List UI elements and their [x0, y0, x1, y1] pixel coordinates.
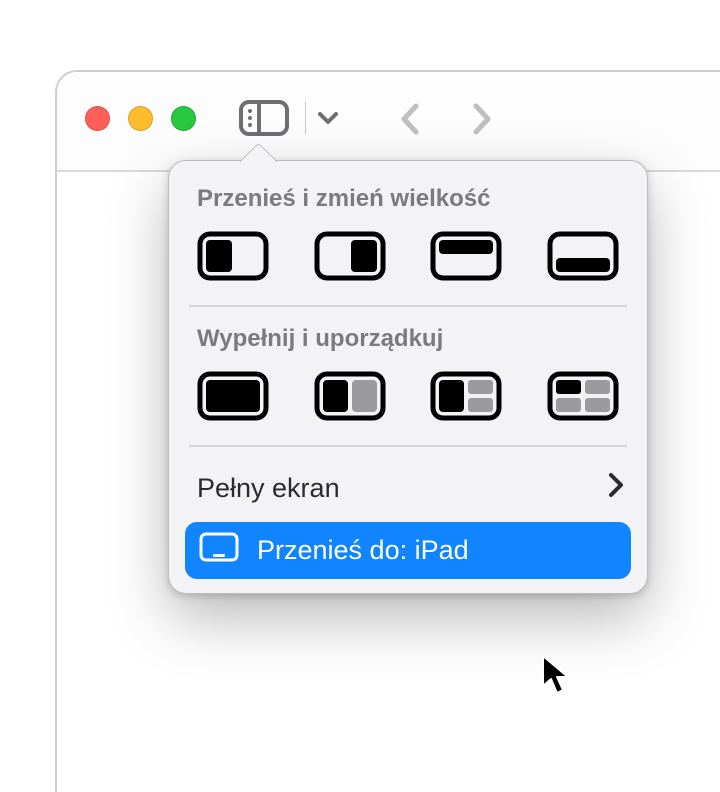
toolbar-divider [305, 102, 306, 134]
section-fill-arrange-title: Wypełnij i uporządkuj [169, 317, 647, 367]
section-move-resize-title: Przenieś i zmień wielkość [169, 177, 647, 227]
nav-arrows [397, 98, 495, 145]
full-screen-item[interactable]: Pełny ekran [169, 457, 647, 520]
tile-left-half-icon[interactable] [195, 229, 271, 283]
move-to-ipad-item[interactable]: Przenieś do: iPad [185, 522, 631, 579]
move-resize-row [169, 227, 647, 305]
sidebar-control-group [237, 98, 340, 138]
fill-screen-icon[interactable] [195, 369, 271, 423]
menu-separator [189, 445, 627, 447]
fill-arrange-row [169, 367, 647, 445]
traffic-lights [85, 106, 196, 131]
titlebar [57, 72, 720, 172]
arrange-quarters-icon[interactable] [545, 369, 621, 423]
move-to-label: Przenieś do: iPad [257, 535, 469, 566]
zoom-window-button[interactable] [171, 106, 196, 131]
arrange-left-right-icon[interactable] [312, 369, 388, 423]
close-window-button[interactable] [85, 106, 110, 131]
window-zoom-menu: Przenieś i zmień wielkość [168, 160, 648, 594]
tile-top-half-icon[interactable] [428, 229, 504, 283]
arrange-three-icon[interactable] [428, 369, 504, 423]
menu-separator [189, 305, 627, 307]
tile-bottom-half-icon[interactable] [545, 229, 621, 283]
chevron-down-icon[interactable] [316, 98, 340, 138]
minimize-window-button[interactable] [128, 106, 153, 131]
sidebar-toggle-icon[interactable] [237, 98, 291, 138]
full-screen-label: Pełny ekran [197, 473, 340, 504]
nav-forward-button[interactable] [469, 98, 495, 145]
tile-right-half-icon[interactable] [312, 229, 388, 283]
nav-back-button[interactable] [397, 98, 423, 145]
ipad-icon [199, 532, 239, 569]
chevron-right-icon [607, 471, 625, 506]
